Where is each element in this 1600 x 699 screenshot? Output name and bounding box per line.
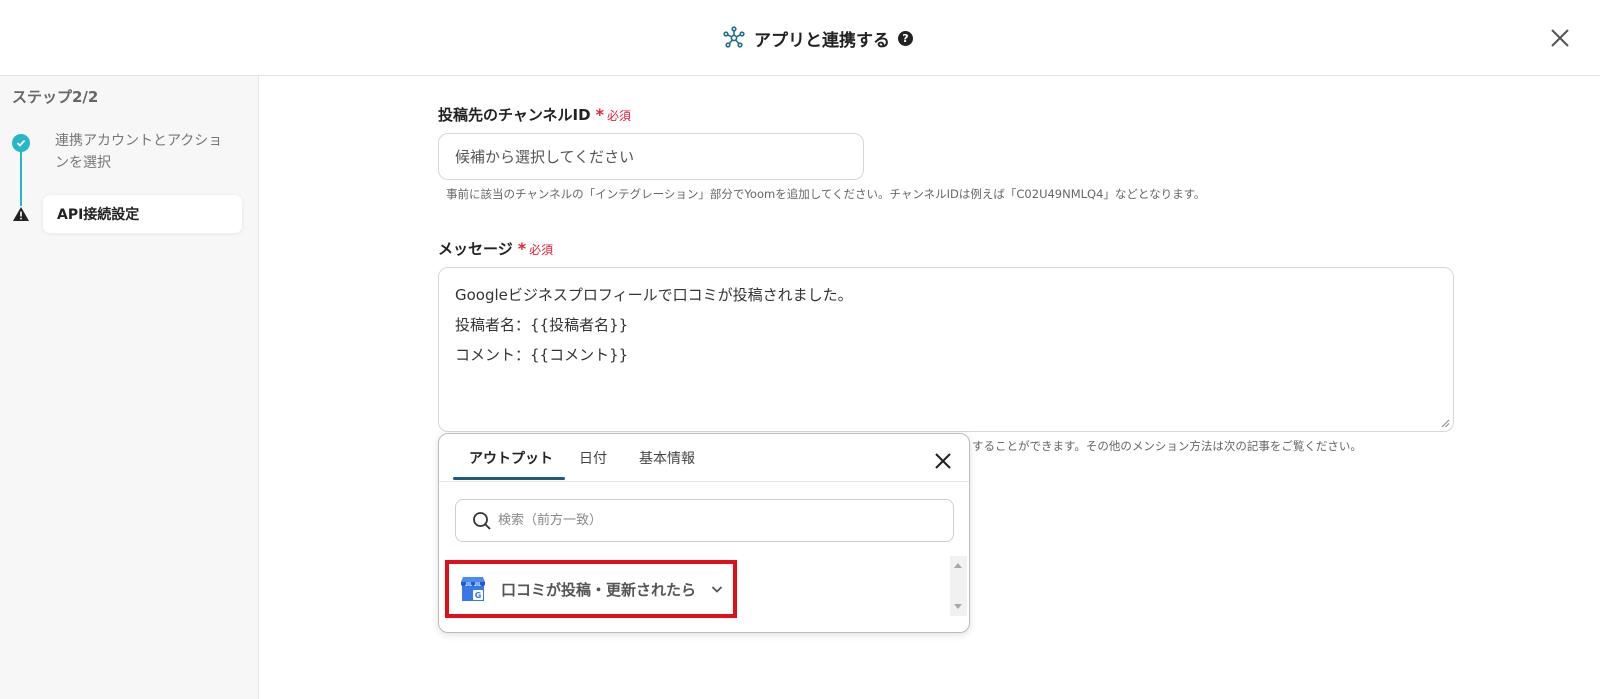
channel-hint: 事前に該当のチャンネルの「インテグレーション」部分でYoomを追加してください。… [446, 187, 1206, 201]
app-connect-icon [723, 26, 745, 48]
message-line: コメント：{{コメント}} [455, 346, 629, 364]
tab-output[interactable]: アウトプット [469, 448, 553, 468]
close-icon[interactable] [1546, 24, 1574, 52]
google-business-profile-icon: G [461, 577, 485, 601]
close-icon[interactable] [933, 451, 953, 471]
step-connector [20, 144, 22, 206]
message-line: Googleビジネスプロフィールで口コミが投稿されました。 [455, 286, 853, 304]
list-item-label: 口コミが投稿・更新されたら [501, 580, 697, 599]
resize-handle-icon[interactable] [1440, 418, 1450, 428]
chevron-down-icon[interactable] [710, 582, 724, 596]
popup-tabs: アウトプット 日付 基本情報 [439, 434, 969, 482]
warning-icon [13, 207, 29, 221]
scroll-up-icon[interactable] [954, 563, 962, 568]
message-line: 投稿者名：{{投稿者名}} [455, 316, 629, 334]
output-list: G 口コミが投稿・更新されたら [439, 556, 969, 626]
message-field-label: メッセージ * 必須 [438, 238, 553, 259]
search-icon [473, 511, 491, 530]
active-tab-indicator [453, 477, 565, 480]
svg-text:G: G [475, 591, 482, 600]
modal-title: アプリと連携する [754, 30, 890, 51]
required-badge: 必須 [529, 243, 554, 257]
message-label-text: メッセージ [438, 240, 513, 258]
list-item[interactable]: G 口コミが投稿・更新されたら [445, 560, 737, 618]
modal-header: アプリと連携する ? [0, 0, 1600, 76]
tab-basic-info[interactable]: 基本情報 [639, 448, 695, 468]
scrollbar[interactable] [950, 556, 967, 616]
channel-field-label: 投稿先のチャンネルID * 必須 [438, 104, 631, 125]
step-counter: ステップ2/2 [12, 88, 99, 106]
channel-label-text: 投稿先のチャンネルID [438, 106, 591, 124]
step-item-api-settings[interactable]: API接続設定 [43, 195, 242, 233]
required-asterisk: * [517, 239, 527, 258]
required-asterisk: * [595, 105, 604, 124]
help-icon[interactable]: ? [898, 30, 913, 46]
message-textarea[interactable]: Googleビジネスプロフィールで口コミが投稿されました。 投稿者名：{{投稿者… [438, 267, 1454, 432]
channel-select[interactable]: 候補から選択してください [438, 133, 864, 180]
modal-title-group: アプリと連携する ? [722, 24, 913, 52]
scroll-down-icon[interactable] [954, 604, 962, 609]
search-input[interactable] [498, 513, 918, 528]
check-icon [12, 134, 30, 152]
required-badge: 必須 [606, 109, 631, 123]
step-sidebar: ステップ2/2 連携アカウントとアクションを選択 API接続設定 [0, 76, 259, 699]
step-item-select-account[interactable]: 連携アカウントとアクションを選択 [55, 130, 235, 174]
message-hint: することができます。その他のメンション方法は次の記事をご覧ください。 [972, 439, 1362, 453]
tab-date[interactable]: 日付 [579, 448, 607, 468]
search-box [455, 499, 954, 542]
output-popup: アウトプット 日付 基本情報 G [438, 433, 970, 633]
